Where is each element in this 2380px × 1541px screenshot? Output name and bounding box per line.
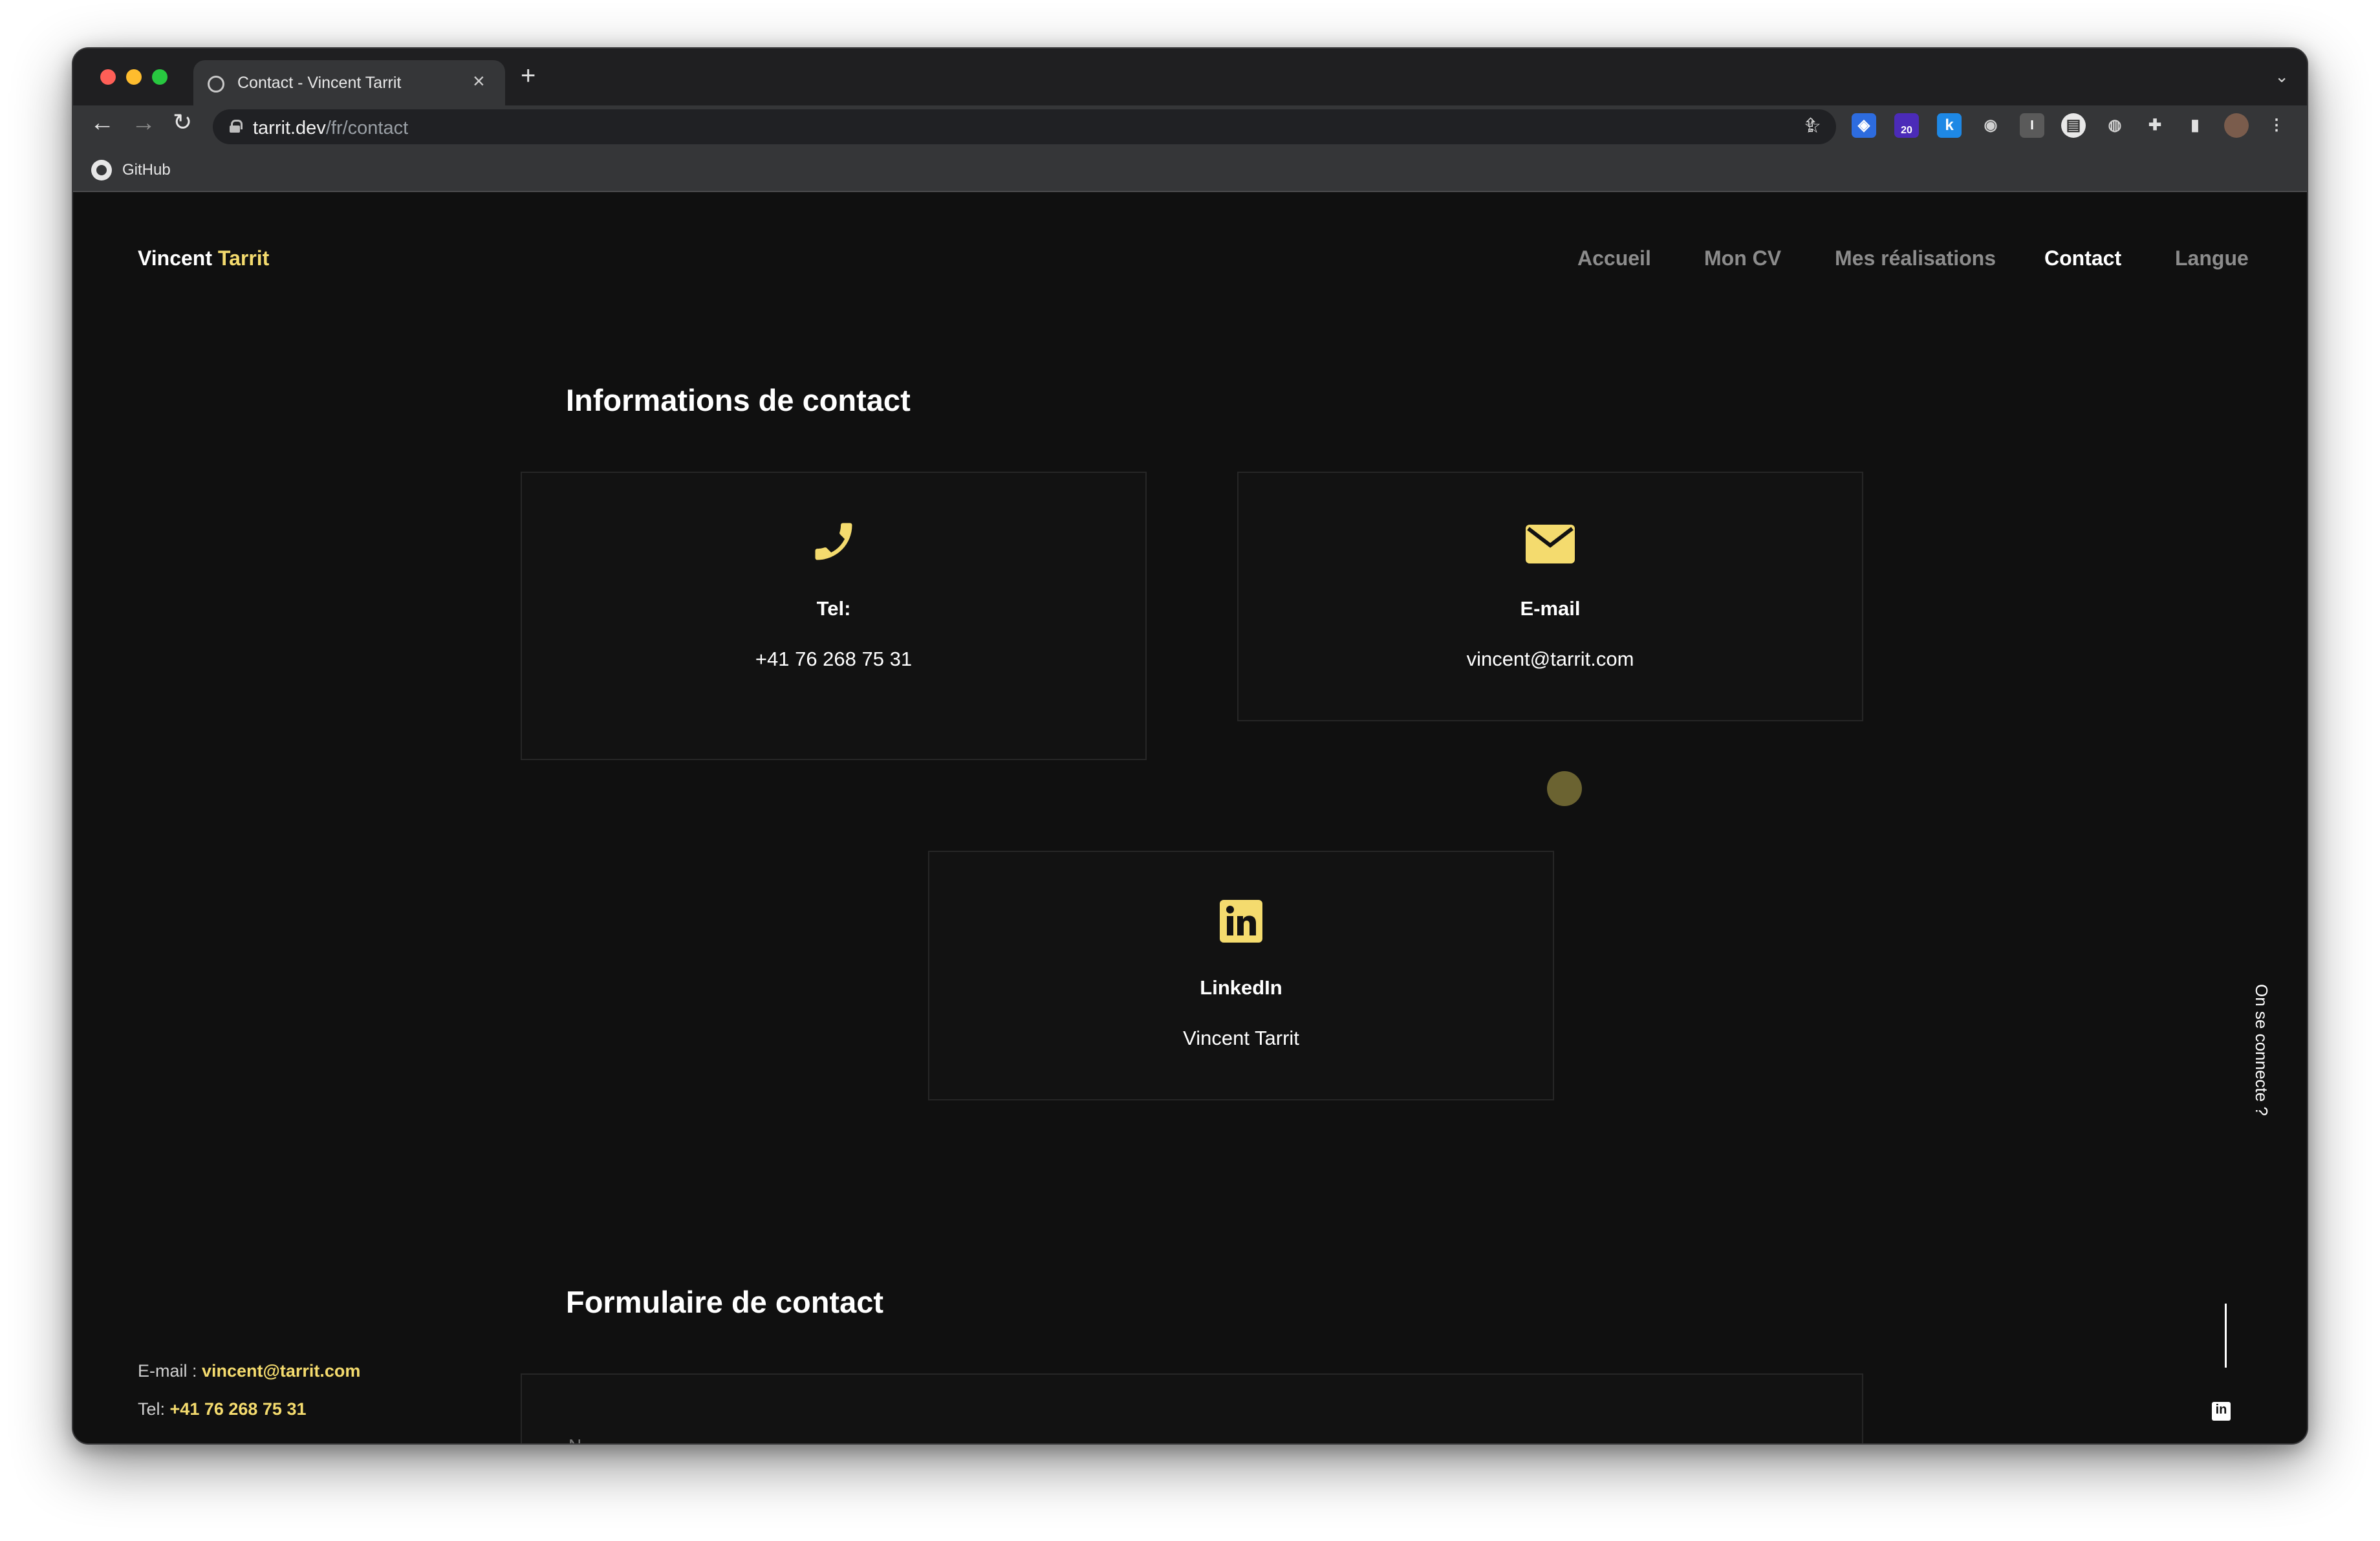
forward-button[interactable]: → [131, 111, 156, 135]
phone-card: Tel: +41 76 268 75 31 [521, 472, 1147, 760]
github-icon[interactable] [91, 160, 112, 180]
maximize-window-button[interactable] [152, 69, 168, 85]
reload-button[interactable]: ↻ [173, 111, 192, 134]
linkedin-icon [1220, 900, 1262, 943]
linkedin-card: LinkedIn Vincent Tarrit [928, 851, 1554, 1100]
tab-search-chevron-icon[interactable]: ⌄ [2275, 67, 2289, 87]
site-brand[interactable]: Vincent Tarrit [138, 246, 269, 270]
footer-tel-link[interactable]: +41 76 268 75 31 [170, 1399, 307, 1419]
extensions-puzzle-icon[interactable]: ✚ [2143, 113, 2167, 138]
extension-k-icon[interactable]: k [1937, 113, 1962, 138]
envelope-icon [1526, 525, 1575, 563]
email-card: E-mail vincent@tarrit.com [1237, 472, 1863, 721]
email-label: E-mail [1520, 597, 1581, 620]
extension-i-icon[interactable]: I [2020, 113, 2044, 138]
footer-email-prefix: E-mail : [138, 1361, 202, 1381]
phone-icon [815, 523, 852, 560]
email-value[interactable]: vincent@tarrit.com [1239, 648, 1862, 671]
close-window-button[interactable] [100, 69, 116, 85]
address-bar[interactable]: tarrit.dev/fr/contact ⇪ [213, 109, 1836, 144]
tab-title: Contact - Vincent Tarrit [237, 74, 402, 92]
new-tab-button[interactable]: + [521, 63, 536, 89]
minimize-window-button[interactable] [126, 69, 142, 85]
extension-shield-icon[interactable]: ◈ [1852, 113, 1876, 138]
phone-label: Tel: [816, 597, 851, 620]
bookmarks-bar: GitHub [73, 147, 2307, 192]
social-divider-line [2225, 1304, 2227, 1368]
nav-mon-cv[interactable]: Mon CV [1704, 246, 1781, 270]
extension-doc-icon[interactable]: ▤ [2061, 113, 2086, 138]
linkedin-value[interactable]: Vincent Tarrit [929, 1027, 1553, 1050]
linkedin-small-icon[interactable]: in [2212, 1402, 2231, 1421]
extension-globe-icon[interactable]: ◍ [2103, 113, 2127, 138]
bookmark-github[interactable]: GitHub [122, 161, 171, 179]
contact-form-title: Formulaire de contact [566, 1285, 883, 1319]
phone-value[interactable]: +41 76 268 75 31 [522, 648, 1145, 671]
mouse-cursor-indicator [1547, 771, 1582, 806]
nav-accueil[interactable]: Accueil [1577, 246, 1651, 270]
nav-contact[interactable]: Contact [2044, 246, 2121, 270]
browser-toolbar: ← → ↻ tarrit.dev/fr/contact ⇪ ☆ ◈ 20 k ◉… [73, 105, 2307, 147]
nav-mes-realisations[interactable]: Mes réalisations [1835, 246, 1996, 270]
connect-vertical-label: On se connecte ? [2252, 984, 2271, 1116]
browser-tab[interactable]: Contact - Vincent Tarrit × [193, 60, 505, 105]
footer-email: E-mail : vincent@tarrit.com [138, 1361, 360, 1381]
linkedin-label: LinkedIn [1200, 976, 1282, 999]
back-button[interactable]: ← [90, 111, 114, 135]
extension-camera-icon[interactable]: ◉ [1978, 113, 2003, 138]
nav-langue[interactable]: Langue [2175, 246, 2249, 270]
contact-info-title: Informations de contact [566, 383, 911, 417]
page-content: Vincent Tarrit Accueil Mon CV Mes réalis… [73, 193, 2307, 1443]
brand-first-name: Vincent [138, 246, 212, 270]
profile-avatar[interactable] [2224, 113, 2249, 138]
close-tab-icon[interactable]: × [473, 71, 485, 91]
footer-tel: Tel: +41 76 268 75 31 [138, 1399, 306, 1419]
globe-icon [208, 76, 224, 93]
form-first-field-label: N... [568, 1436, 597, 1443]
brand-last-name: Tarrit [217, 246, 270, 270]
lock-icon[interactable] [230, 120, 243, 133]
browser-window: Contact - Vincent Tarrit × + ⌄ ← → ↻ tar… [72, 47, 2308, 1445]
side-panel-icon[interactable]: ▮ [2183, 113, 2207, 138]
menu-kebab-icon[interactable]: ⋮ [2264, 113, 2289, 138]
footer-email-link[interactable]: vincent@tarrit.com [202, 1361, 360, 1381]
extension-badge-icon[interactable]: 20 [1894, 113, 1919, 138]
url-text[interactable]: tarrit.dev/fr/contact [253, 118, 408, 139]
tab-strip: Contact - Vincent Tarrit × + ⌄ [73, 49, 2307, 105]
footer-tel-prefix: Tel: [138, 1399, 170, 1419]
bookmark-star-icon[interactable]: ☆ [1804, 117, 1821, 137]
contact-form: N... [521, 1373, 1863, 1443]
